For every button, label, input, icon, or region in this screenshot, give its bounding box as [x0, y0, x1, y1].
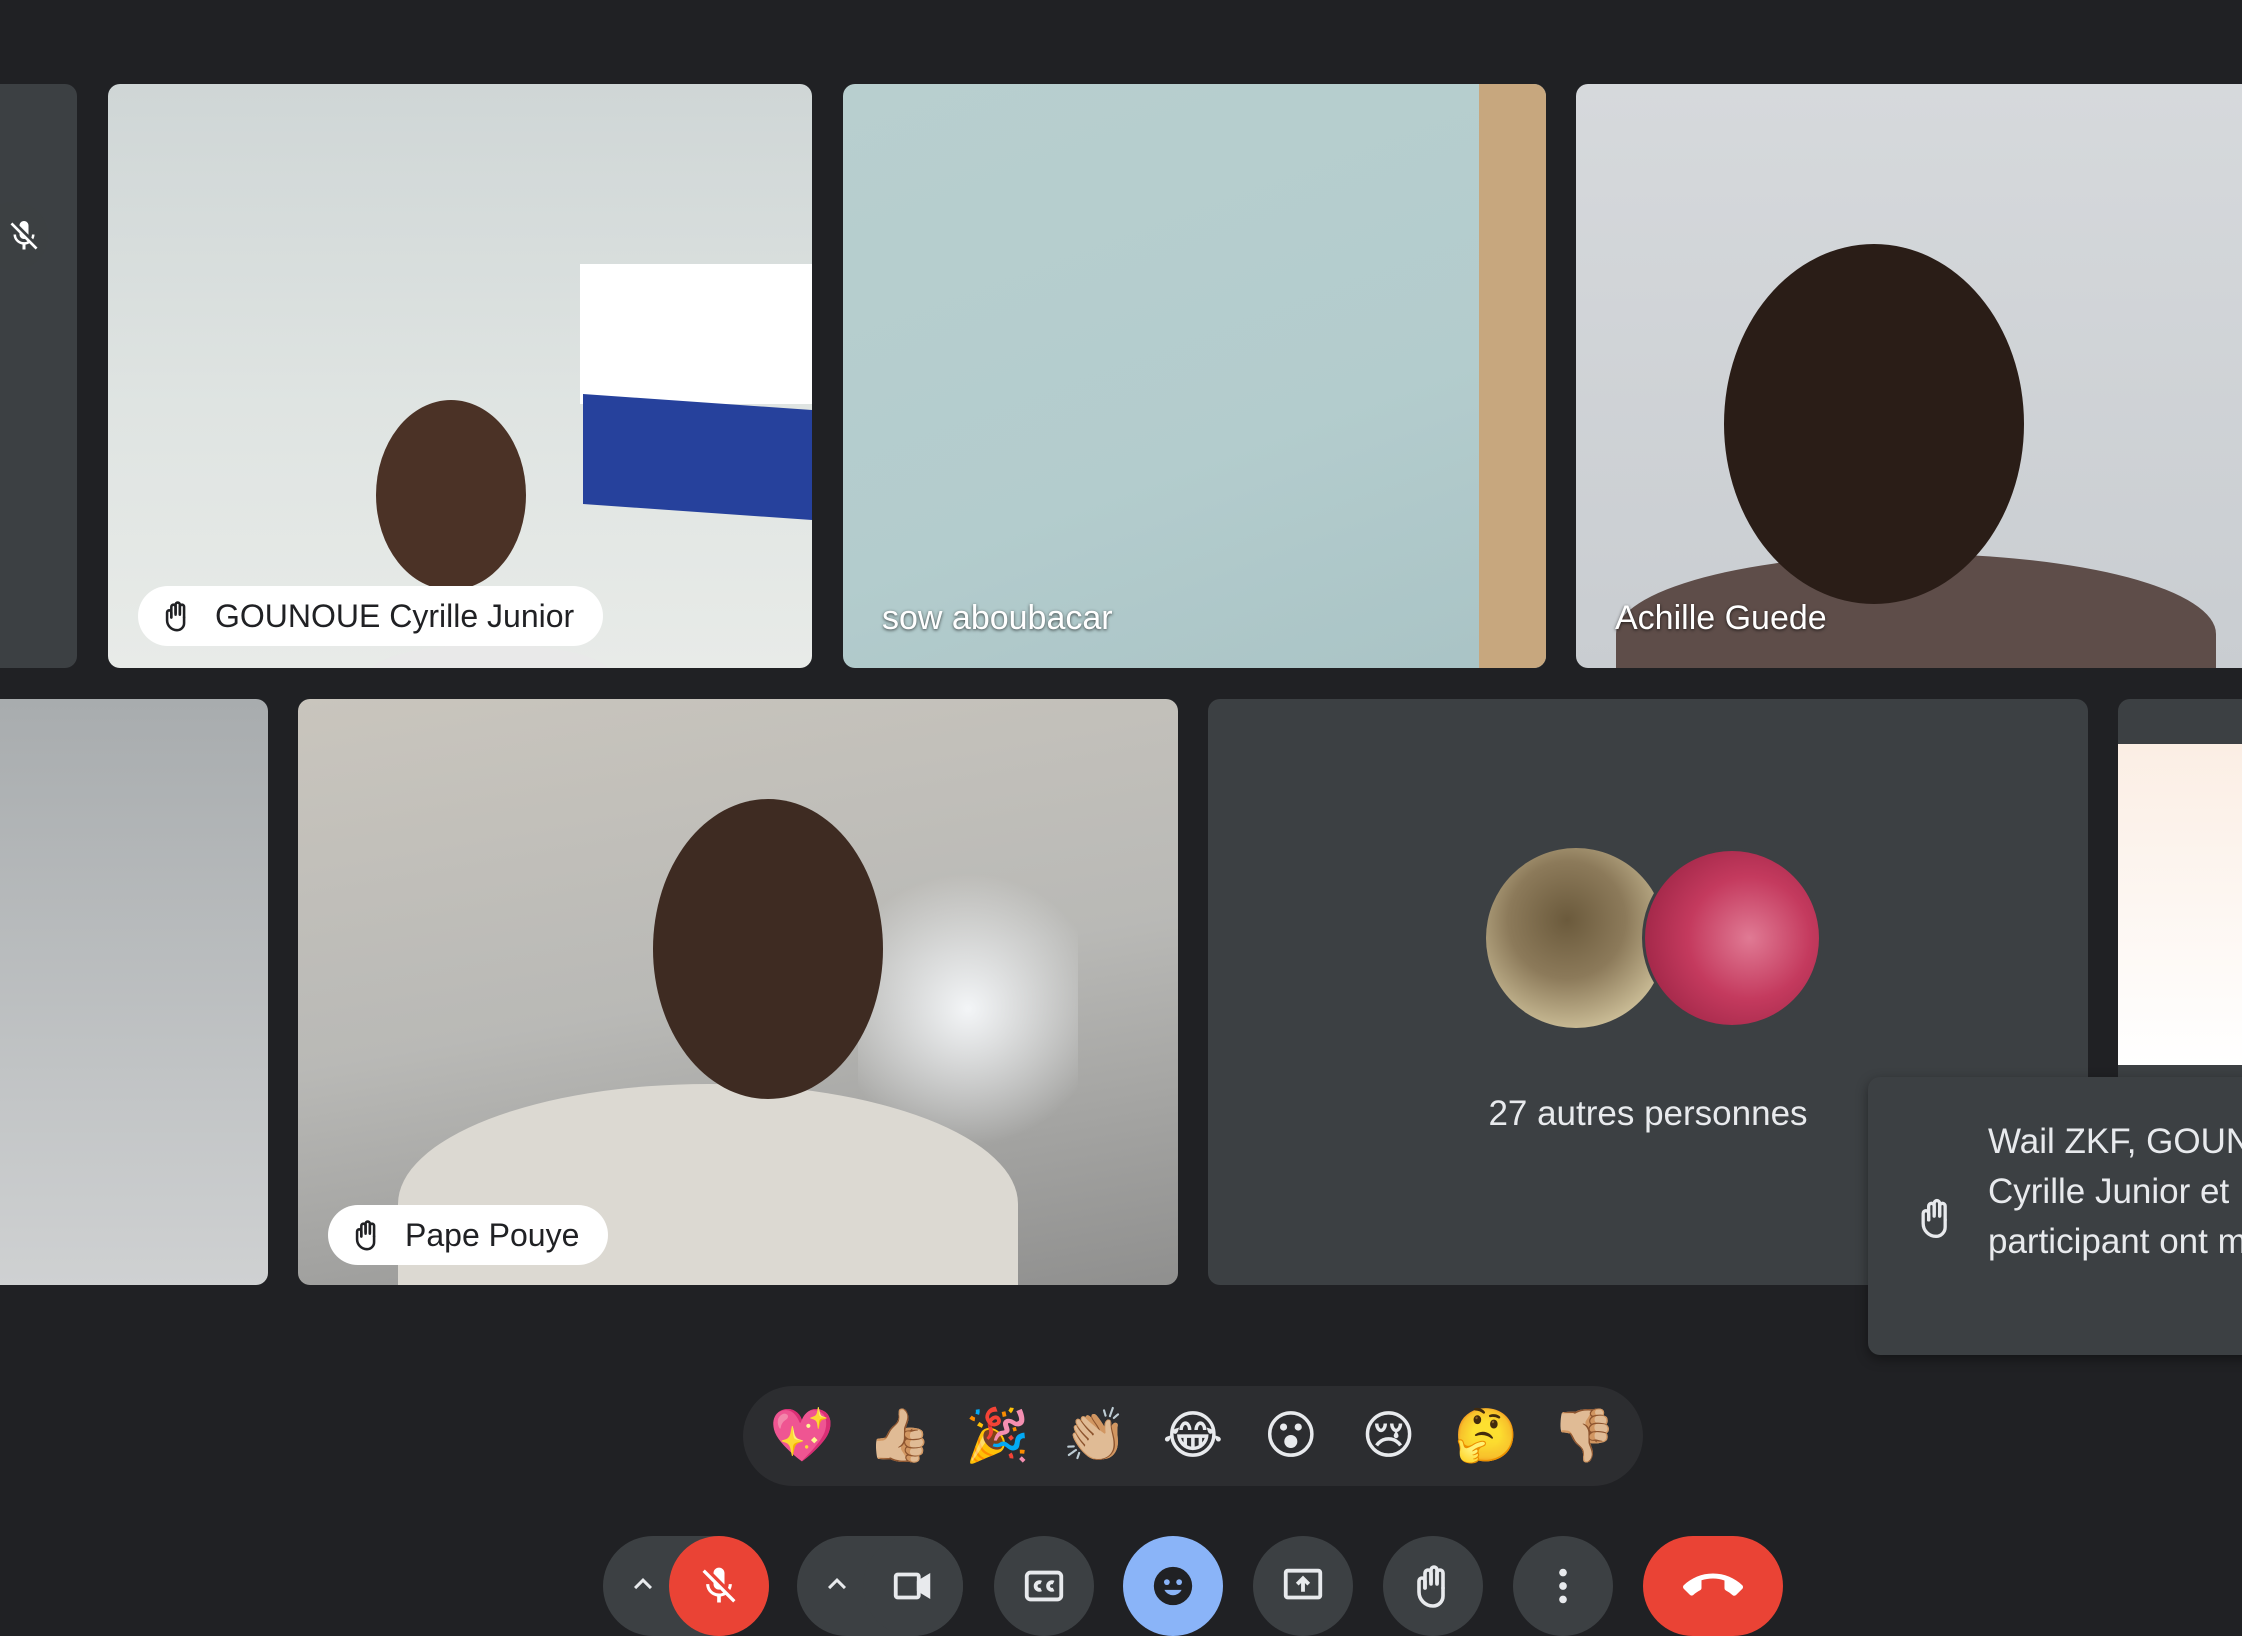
name-pill-pape: Pape Pouye — [328, 1205, 609, 1265]
participant-tile-sow[interactable]: sow aboubacar — [843, 84, 1546, 668]
raised-hand-icon — [1914, 1193, 1958, 1243]
reaction-thumbs-down[interactable]: 👎🏼 — [1544, 1396, 1624, 1476]
reaction-surprised[interactable]: 😮 — [1251, 1396, 1331, 1476]
reactions-bar: 💖 👍🏼 🎉 👏🏼 😂 😮 😢 🤔 👎🏼 — [743, 1386, 1643, 1486]
reaction-sparkling-heart[interactable]: 💖 — [762, 1396, 842, 1476]
hand-icon — [1417, 1565, 1445, 1608]
participant-tile-partial[interactable] — [0, 84, 77, 668]
mic-toggle-button[interactable] — [669, 1536, 769, 1636]
person-head — [1724, 244, 2024, 604]
avatar — [1486, 848, 1666, 1028]
reaction-thumbs-up[interactable]: 👍🏼 — [860, 1396, 940, 1476]
flag-decoration — [580, 264, 812, 404]
leave-call-button[interactable] — [1643, 1536, 1783, 1636]
camera-toggle-button[interactable] — [863, 1536, 963, 1636]
present-icon — [1283, 1568, 1323, 1600]
raised-hand-icon — [350, 1218, 384, 1252]
video-options-chevron-icon[interactable] — [819, 1566, 855, 1602]
reaction-clapping[interactable]: 👏🏼 — [1055, 1396, 1135, 1476]
reaction-party-popper[interactable]: 🎉 — [957, 1396, 1037, 1476]
participant-name: Achille Guede — [1615, 599, 1827, 637]
emoji-icon — [1153, 1566, 1193, 1606]
reaction-crying[interactable]: 😢 — [1348, 1396, 1428, 1476]
notification-text: Wail ZKF, GOUN Cyrille Junior et partici… — [1988, 1122, 2242, 1261]
camera-control-group — [797, 1536, 963, 1636]
cc-icon — [1024, 1570, 1064, 1602]
mic-off-icon — [702, 1567, 736, 1603]
person-head — [376, 400, 526, 590]
participant-name: Pape Pouye — [405, 1216, 580, 1253]
participant-tile-achille[interactable]: Achille Guede — [1576, 84, 2242, 668]
avatar — [1642, 848, 1822, 1028]
participant-name: sow aboubacar — [882, 599, 1113, 637]
door-edge — [1479, 84, 1546, 668]
mic-control-group — [603, 1536, 769, 1636]
mic-off-icon — [0, 202, 48, 270]
hand-raise-notification[interactable]: Wail ZKF, GOUN Cyrille Junior et partici… — [1868, 1077, 2242, 1355]
captions-button[interactable] — [994, 1536, 1094, 1636]
camera-icon — [893, 1572, 931, 1600]
more-options-button[interactable] — [1513, 1536, 1613, 1636]
name-pill-gounoue: GOUNOUE Cyrille Junior — [138, 586, 604, 646]
avatar-group — [1486, 848, 1822, 1028]
reactions-button[interactable] — [1123, 1536, 1223, 1636]
participant-tile-partial[interactable] — [0, 699, 268, 1285]
video-feed — [2118, 744, 2242, 1065]
reaction-thinking[interactable]: 🤔 — [1446, 1396, 1526, 1476]
raised-hand-icon — [160, 599, 194, 633]
person-body — [370, 644, 610, 668]
reaction-tears-of-joy[interactable]: 😂 — [1153, 1396, 1233, 1476]
participant-name: GOUNOUE Cyrille Junior — [215, 597, 575, 634]
more-vert-icon — [1559, 1568, 1567, 1604]
hang-up-icon — [1683, 1573, 1743, 1596]
person-head — [653, 799, 883, 1099]
participant-tile-gounoue[interactable]: GOUNOUE Cyrille Junior — [108, 84, 812, 668]
present-screen-button[interactable] — [1253, 1536, 1353, 1636]
audio-options-chevron-icon[interactable] — [625, 1566, 661, 1602]
participant-tile-pape[interactable]: Pape Pouye — [298, 699, 1178, 1285]
raise-hand-button[interactable] — [1383, 1536, 1483, 1636]
flag-band — [583, 393, 812, 521]
